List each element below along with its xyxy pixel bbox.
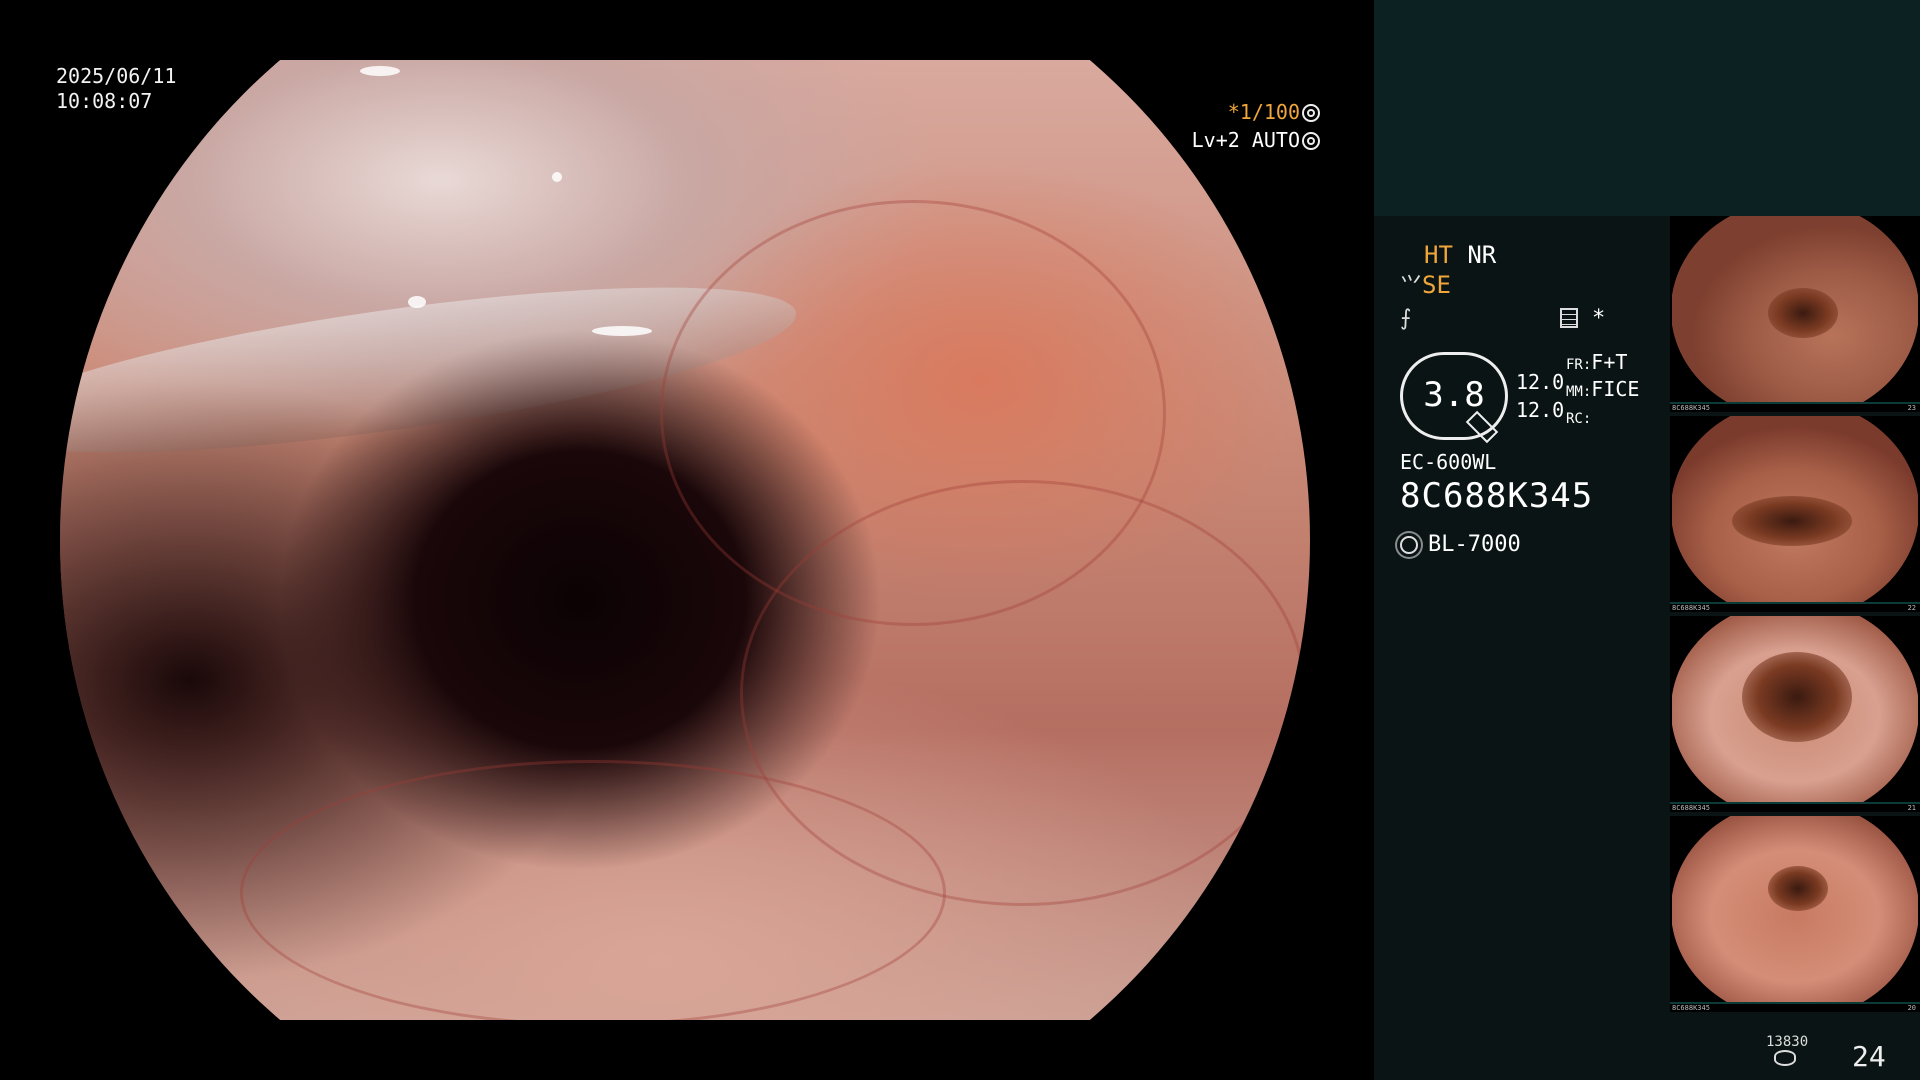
- lamp-icon: [1400, 536, 1418, 554]
- ht-label: HT: [1424, 241, 1453, 269]
- glare-spot: [408, 296, 426, 308]
- thumbnail-strip: 8C688K345 23 8C688K345 22 8C688K345 21 8…: [1670, 216, 1920, 1016]
- thumbnail[interactable]: 8C688K345 23: [1670, 216, 1920, 412]
- scope-serial: 8C688K345: [1400, 476, 1594, 516]
- gauge-marker: [1465, 410, 1499, 444]
- fr-key: FR:: [1566, 357, 1592, 373]
- thumbnail[interactable]: 8C688K345 22: [1670, 416, 1920, 612]
- mucosal-fold: [240, 760, 946, 1020]
- thumbnail-number: 23: [1907, 404, 1916, 412]
- glare-spot: [360, 66, 400, 76]
- doc-icon: [1560, 308, 1578, 328]
- image-count: 13830: [1766, 1034, 1809, 1050]
- se-label: SE: [1422, 271, 1451, 299]
- thumbnail-tag: 8C688K345: [1672, 804, 1710, 812]
- rc-key: RC:: [1566, 411, 1592, 427]
- thumbnail-number: 22: [1907, 604, 1916, 612]
- time-text: 10:08:07: [56, 89, 153, 113]
- gauge-value: 3.8: [1423, 375, 1485, 415]
- gauge-values: 12.0 12.0: [1516, 368, 1564, 424]
- aperture-icon: [1302, 104, 1320, 122]
- wave-icon: ⨍: [1400, 306, 1412, 331]
- endoscopic-image: [60, 60, 1310, 1020]
- capture-count: 24: [1852, 1040, 1886, 1073]
- settings-block: HT NR ⺍SE ⨍: [1400, 240, 1650, 334]
- level-text: Lv+2 AUTO: [1191, 128, 1300, 152]
- thumbnail-image: [1672, 416, 1918, 604]
- shutter-speed: *1/100: [1227, 100, 1300, 124]
- thumbnail-tag: 8C688K345: [1672, 1004, 1710, 1012]
- mode-list: FR:F+T MM:FICE RC:: [1566, 350, 1639, 431]
- lumen: [1768, 288, 1838, 338]
- value-1: 12.0: [1516, 370, 1565, 394]
- thumbnail-tag: 8C688K345: [1672, 404, 1710, 412]
- lamp-info: BL-7000: [1400, 532, 1521, 557]
- thumbnail[interactable]: 8C688K345 20: [1670, 816, 1920, 1012]
- value-2: 12.0: [1516, 398, 1565, 422]
- thumbnail-image: [1672, 216, 1918, 404]
- nr-label: NR: [1467, 241, 1497, 269]
- thumbnail-image: [1672, 616, 1918, 804]
- gauge: 3.8: [1400, 352, 1508, 444]
- datetime: 2025/06/11 10:08:07: [56, 64, 176, 114]
- panel-header: [1374, 0, 1920, 216]
- star-mark: *: [1592, 306, 1606, 331]
- scope-model: EC-600WL: [1400, 450, 1497, 474]
- options-row: *: [1560, 306, 1605, 331]
- mm-key: MM:: [1566, 384, 1592, 400]
- lamp-model: BL-7000: [1428, 532, 1521, 557]
- glare-spot: [552, 172, 562, 182]
- scope-icon: ⺍: [1400, 274, 1423, 299]
- thumbnail-image: [1672, 816, 1918, 1004]
- lumen: [1742, 652, 1852, 742]
- auto-icon: [1302, 132, 1320, 150]
- thumbnail[interactable]: 8C688K345 21: [1670, 616, 1920, 812]
- glare-spot: [592, 326, 652, 336]
- fr-value: F+T: [1591, 350, 1628, 374]
- date-text: 2025/06/11: [56, 64, 177, 88]
- thumbnail-tag: 8C688K345: [1672, 604, 1710, 612]
- thumbnail-number: 20: [1907, 1004, 1916, 1012]
- thumbnail-number: 21: [1907, 804, 1916, 812]
- mm-value: FICE: [1591, 377, 1640, 401]
- lumen: [1732, 496, 1852, 546]
- lumen: [1768, 866, 1828, 911]
- drum-icon: [1774, 1050, 1796, 1066]
- endoscope-viewer: 2025/06/11 10:08:07 *1/100 Lv+2 AUTO: [0, 0, 1374, 1080]
- exposure-readout: *1/100 Lv+2 AUTO: [1150, 98, 1320, 154]
